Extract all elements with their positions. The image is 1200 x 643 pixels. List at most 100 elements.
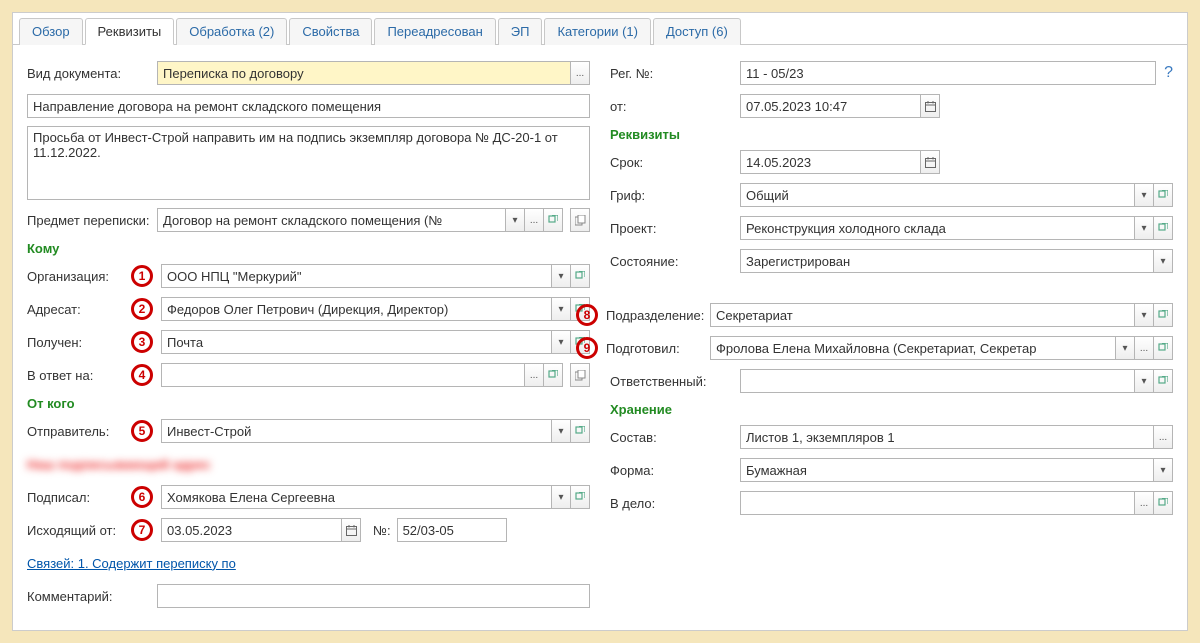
in-reply-copy-button[interactable]: [570, 363, 590, 387]
prepared-dropdown-button[interactable]: ▾: [1115, 336, 1135, 360]
out-date-calendar-button[interactable]: [341, 518, 361, 542]
form-combo[interactable]: Бумажная: [740, 458, 1154, 482]
annotation-badge-9: 9: [576, 337, 598, 359]
right-column: Рег. №: ? от: Реквизиты Срок:: [610, 53, 1173, 616]
org-open-button[interactable]: [570, 264, 590, 288]
annotation-badge-8: 8: [576, 304, 598, 326]
regnum-label: Рег. №:: [610, 66, 740, 81]
tab-processing[interactable]: Обработка (2): [176, 18, 287, 45]
corr-subject-open-button[interactable]: [543, 208, 563, 232]
composition-select-button[interactable]: ...: [1153, 425, 1173, 449]
from-date-calendar-button[interactable]: [920, 94, 940, 118]
prepared-combo[interactable]: Фролова Елена Михайловна (Секретариат, С…: [710, 336, 1116, 360]
grif-label: Гриф:: [610, 188, 740, 203]
subject-input[interactable]: [27, 94, 590, 118]
form-label: Форма:: [610, 463, 740, 478]
prepared-select-button[interactable]: ...: [1134, 336, 1154, 360]
signed-open-button[interactable]: [570, 485, 590, 509]
corr-subject-select-button[interactable]: ...: [524, 208, 544, 232]
annotation-badge-4: 4: [131, 364, 153, 386]
in-reply-open-button[interactable]: [543, 363, 563, 387]
corr-subject-combo[interactable]: Договор на ремонт складского помещения (…: [157, 208, 506, 232]
annotation-badge-5: 5: [131, 420, 153, 442]
left-column: Вид документа: Переписка по договору ...…: [27, 53, 590, 616]
composition-input[interactable]: [740, 425, 1154, 449]
out-date-label: Исходящий от:: [27, 523, 123, 538]
status-combo[interactable]: Зарегистрирован: [740, 249, 1154, 273]
tab-overview[interactable]: Обзор: [19, 18, 83, 45]
form-dropdown-button[interactable]: ▾: [1153, 458, 1173, 482]
help-icon[interactable]: ?: [1164, 64, 1173, 82]
deadline-label: Срок:: [610, 155, 740, 170]
sender-label: Отправитель:: [27, 424, 123, 439]
responsible-open-button[interactable]: [1153, 369, 1173, 393]
regnum-input[interactable]: [740, 61, 1156, 85]
sender-open-button[interactable]: [570, 419, 590, 443]
deadline-calendar-button[interactable]: [920, 150, 940, 174]
dept-combo[interactable]: Секретариат: [710, 303, 1135, 327]
tab-categories[interactable]: Категории (1): [544, 18, 651, 45]
org-combo[interactable]: ООО НПЦ "Меркурий": [161, 264, 552, 288]
received-combo[interactable]: Почта: [161, 330, 552, 354]
annotation-badge-2: 2: [131, 298, 153, 320]
tab-requisites[interactable]: Реквизиты: [85, 18, 175, 45]
tab-access[interactable]: Доступ (6): [653, 18, 741, 45]
annotation-badge-6: 6: [131, 486, 153, 508]
tab-esign[interactable]: ЭП: [498, 18, 543, 45]
tab-forwarded[interactable]: Переадресован: [374, 18, 495, 45]
out-num-input[interactable]: [397, 518, 507, 542]
tab-strip: Обзор Реквизиты Обработка (2) Свойства П…: [13, 13, 1187, 45]
signed-label: Подписал:: [27, 490, 123, 505]
dept-dropdown-button[interactable]: ▾: [1134, 303, 1154, 327]
project-open-button[interactable]: [1153, 216, 1173, 240]
section-from-header: От кого: [27, 396, 590, 411]
section-storage-header: Хранение: [610, 402, 1173, 417]
doc-type-label: Вид документа:: [27, 66, 157, 81]
grif-dropdown-button[interactable]: ▾: [1134, 183, 1154, 207]
responsible-label: Ответственный:: [610, 374, 740, 389]
sender-dropdown-button[interactable]: ▾: [551, 419, 571, 443]
prepared-label: Подготовил:: [606, 341, 710, 356]
links-link[interactable]: Связей: 1. Содержит переписку по: [27, 556, 236, 571]
doc-type-combo[interactable]: Переписка по договору: [157, 61, 571, 85]
org-label: Организация:: [27, 269, 123, 284]
out-date-input[interactable]: [161, 518, 342, 542]
signed-combo[interactable]: Хомякова Елена Сергеевна: [161, 485, 552, 509]
received-dropdown-button[interactable]: ▾: [551, 330, 571, 354]
grif-combo[interactable]: Общий: [740, 183, 1135, 207]
status-dropdown-button[interactable]: ▾: [1153, 249, 1173, 273]
responsible-dropdown-button[interactable]: ▾: [1134, 369, 1154, 393]
grif-open-button[interactable]: [1153, 183, 1173, 207]
in-case-select-button[interactable]: ...: [1134, 491, 1154, 515]
in-reply-combo[interactable]: [161, 363, 525, 387]
annotation-badge-3: 3: [131, 331, 153, 353]
corr-subject-copy-button[interactable]: [570, 208, 590, 232]
body-textarea[interactable]: Просьба от Инвест-Строй направить им на …: [27, 126, 590, 200]
tab-properties[interactable]: Свойства: [289, 18, 372, 45]
comment-input[interactable]: [157, 584, 590, 608]
dept-label: Подразделение:: [606, 308, 710, 323]
prepared-open-button[interactable]: [1153, 336, 1173, 360]
comment-label: Комментарий:: [27, 589, 157, 604]
addressee-dropdown-button[interactable]: ▾: [551, 297, 571, 321]
sender-combo[interactable]: Инвест-Строй: [161, 419, 552, 443]
from-date-input[interactable]: [740, 94, 921, 118]
in-case-combo[interactable]: [740, 491, 1135, 515]
out-num-label: №:: [373, 523, 391, 538]
deadline-input[interactable]: [740, 150, 921, 174]
project-combo[interactable]: Реконструкция холодного склада: [740, 216, 1135, 240]
dept-open-button[interactable]: [1153, 303, 1173, 327]
status-label: Состояние:: [610, 254, 740, 269]
in-case-open-button[interactable]: [1153, 491, 1173, 515]
addressee-combo[interactable]: Федоров Олег Петрович (Дирекция, Директо…: [161, 297, 552, 321]
received-label: Получен:: [27, 335, 123, 350]
org-dropdown-button[interactable]: ▾: [551, 264, 571, 288]
responsible-combo[interactable]: [740, 369, 1135, 393]
signed-dropdown-button[interactable]: ▾: [551, 485, 571, 509]
project-dropdown-button[interactable]: ▾: [1134, 216, 1154, 240]
doc-type-select-button[interactable]: ...: [570, 61, 590, 85]
in-reply-select-button[interactable]: ...: [524, 363, 544, 387]
corr-subject-label: Предмет переписки:: [27, 213, 157, 228]
corr-subject-dropdown-button[interactable]: ▾: [505, 208, 525, 232]
section-req-header: Реквизиты: [610, 127, 1173, 142]
